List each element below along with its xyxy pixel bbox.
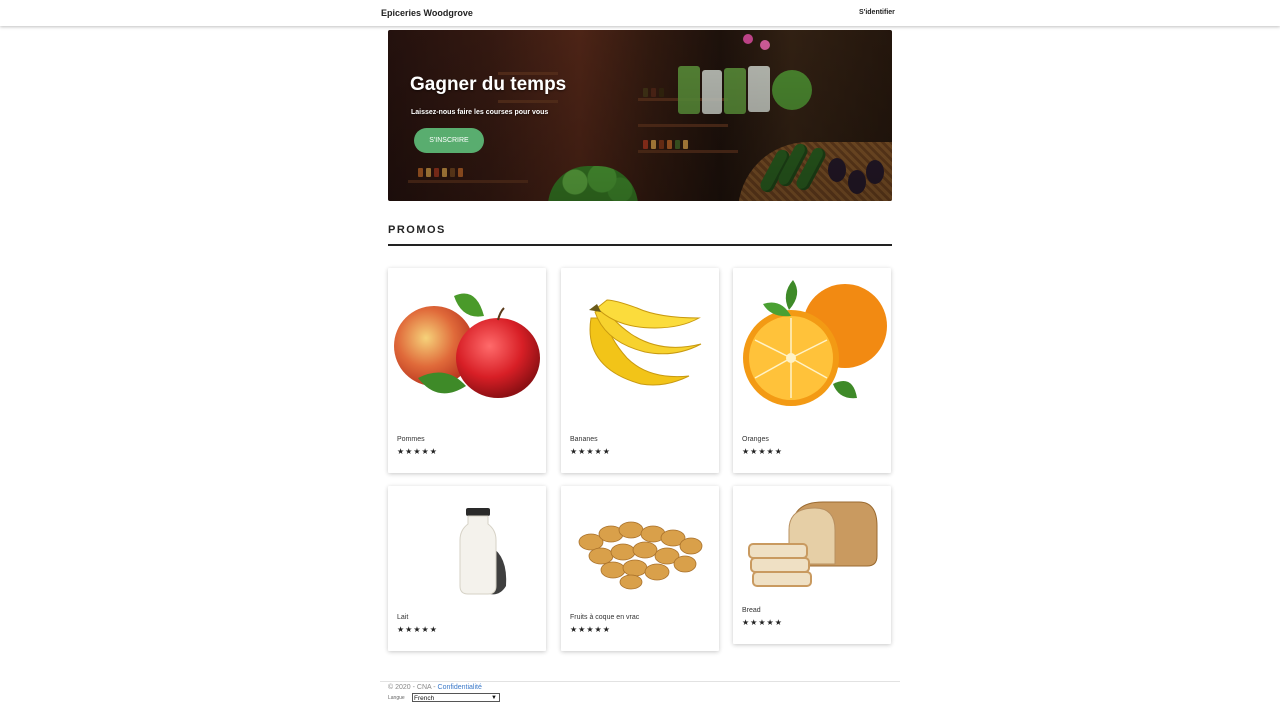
- copyright-text: © 2020 - CNA -: [388, 684, 438, 691]
- product-card[interactable]: Oranges ★★★★★: [733, 268, 891, 473]
- product-card[interactable]: Pommes ★★★★★: [388, 268, 546, 473]
- product-name: Fruits à coque en vrac: [570, 614, 640, 621]
- product-name: Bread: [742, 607, 761, 614]
- language-select[interactable]: French ▼: [412, 693, 500, 702]
- hero-title: Gagner du temps: [410, 74, 567, 95]
- language-value: French: [414, 695, 435, 702]
- product-name: Bananes: [570, 436, 598, 443]
- section-title: PROMOS: [388, 224, 446, 236]
- peanuts-icon: [561, 486, 719, 611]
- top-navbar: Epiceries Woodgrove S'identifier: [0, 0, 1280, 26]
- apple-icon: [388, 268, 546, 428]
- rating-stars: ★★★★★: [570, 447, 611, 456]
- product-name: Lait: [397, 614, 409, 621]
- language-label: Langue: [388, 695, 405, 701]
- milk-bottle-icon: [388, 486, 546, 611]
- banana-icon: [561, 268, 719, 428]
- section-divider: [388, 244, 892, 246]
- product-card[interactable]: Lait ★★★★★: [388, 486, 546, 651]
- product-name: Oranges: [742, 436, 769, 443]
- signin-link[interactable]: S'identifier: [859, 9, 895, 16]
- hero-subtitle: Laissez-nous faire les courses pour vous: [411, 109, 549, 116]
- orange-icon: [733, 268, 891, 428]
- footer-divider: [380, 681, 900, 682]
- signup-button[interactable]: S'INSCRIRE: [414, 128, 484, 153]
- bread-icon: [733, 486, 891, 604]
- rating-stars: ★★★★★: [397, 447, 438, 456]
- rating-stars: ★★★★★: [742, 618, 783, 627]
- brand-name[interactable]: Epiceries Woodgrove: [381, 8, 473, 18]
- rating-stars: ★★★★★: [397, 625, 438, 634]
- product-card[interactable]: Bananes ★★★★★: [561, 268, 719, 473]
- product-card[interactable]: Fruits à coque en vrac ★★★★★: [561, 486, 719, 651]
- rating-stars: ★★★★★: [742, 447, 783, 456]
- footer-copyright: © 2020 - CNA - Confidentialité: [388, 684, 482, 691]
- privacy-link[interactable]: Confidentialité: [438, 684, 482, 691]
- product-name: Pommes: [397, 436, 425, 443]
- product-card[interactable]: Bread ★★★★★: [733, 486, 891, 644]
- chevron-down-icon: ▼: [491, 695, 497, 701]
- rating-stars: ★★★★★: [570, 625, 611, 634]
